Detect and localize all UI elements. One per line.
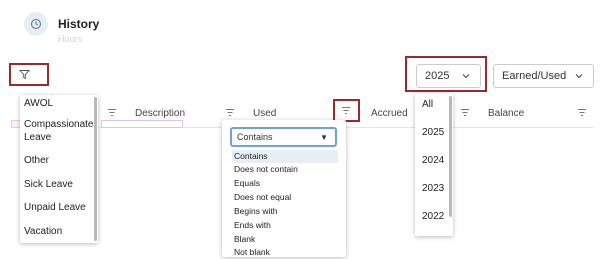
condition-filter-panel: Contains ▼ Contains Does not contain Equ… <box>222 120 346 257</box>
caret-down-icon: ▼ <box>320 133 328 142</box>
year-dropdown: All 2025 2024 2023 2022 <box>415 93 453 236</box>
year-option[interactable]: 2023 <box>422 183 444 194</box>
column-header-balance: Balance <box>488 108 525 119</box>
chevron-down-icon <box>575 74 583 79</box>
leave-type-option[interactable]: Sick Leave <box>24 179 73 190</box>
condition-select[interactable]: Contains ▼ <box>230 127 337 147</box>
year-option[interactable]: 2024 <box>422 155 444 166</box>
year-select[interactable]: 2025 <box>416 64 481 88</box>
year-option[interactable]: 2022 <box>422 211 444 222</box>
leave-type-scrollbar[interactable] <box>94 97 97 241</box>
clock-icon <box>30 18 42 30</box>
filter-lines-icon <box>226 109 234 116</box>
condition-option[interactable]: Contains <box>232 150 338 163</box>
funnel-icon <box>19 70 30 80</box>
column-filter-balance[interactable] <box>577 108 587 120</box>
column-filter-type[interactable] <box>107 108 117 120</box>
leave-type-option[interactable]: AWOL <box>24 98 53 109</box>
leave-type-dropdown: AWOL Compassionate Leave Other Sick Leav… <box>20 95 98 243</box>
page-subtitle: Hours <box>58 34 83 44</box>
leave-type-option[interactable]: Other <box>24 155 49 166</box>
page-title: History <box>58 17 100 31</box>
column-filter-accrued[interactable] <box>460 108 470 120</box>
condition-option[interactable]: Does not contain <box>232 163 338 176</box>
condition-select-value: Contains <box>237 132 273 142</box>
condition-option[interactable]: Blank <box>232 233 338 246</box>
history-icon <box>24 12 48 36</box>
year-option[interactable]: All <box>422 99 433 110</box>
filter-lines-icon <box>461 109 469 116</box>
year-select-value: 2025 <box>425 70 450 82</box>
filter-lines-icon <box>108 109 116 116</box>
condition-option[interactable]: Ends with <box>232 219 338 232</box>
condition-option[interactable]: Equals <box>232 177 338 190</box>
description-filter-input[interactable] <box>101 120 183 128</box>
chevron-down-icon <box>462 74 470 79</box>
filter-lines-icon <box>342 107 350 114</box>
column-header-description: Description <box>135 108 186 119</box>
leave-type-option[interactable]: Vacation <box>24 226 62 237</box>
year-option[interactable]: 2025 <box>422 127 444 138</box>
leave-type-option[interactable]: Unpaid Leave <box>24 202 86 213</box>
condition-option[interactable]: Does not equal <box>232 191 338 204</box>
column-header-used: Used <box>253 108 277 119</box>
column-filter-used[interactable] <box>333 99 360 122</box>
filter-lines-icon <box>578 109 586 116</box>
column-filter-description[interactable] <box>225 108 235 120</box>
leave-type-option[interactable]: Compassionate Leave <box>24 118 96 144</box>
column-header-accrued: Accrued <box>371 108 408 119</box>
condition-option[interactable]: Begins with <box>232 205 338 218</box>
filter-toggle-button[interactable] <box>9 63 49 86</box>
earned-used-select[interactable]: Earned/Used <box>493 64 594 88</box>
condition-option[interactable]: Not blank <box>232 246 338 259</box>
earned-used-select-value: Earned/Used <box>502 70 567 82</box>
year-scrollbar[interactable] <box>449 96 452 217</box>
